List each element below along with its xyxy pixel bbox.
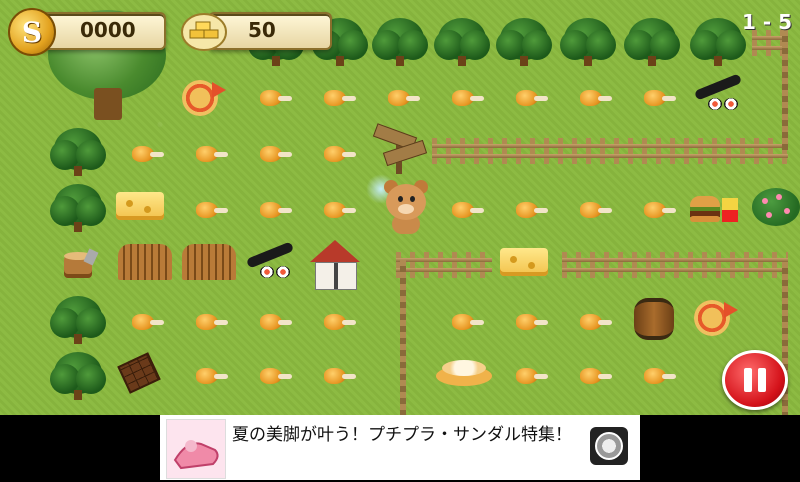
level-indicator: 1 - 5 <box>741 10 792 34</box>
fence <box>396 252 492 278</box>
woodpile <box>118 244 172 280</box>
coin-symbol: S <box>21 15 43 49</box>
pause-icon <box>744 368 752 392</box>
sushi-item <box>692 73 748 116</box>
flower-bush <box>752 188 800 226</box>
drumstick-pellet <box>260 312 294 332</box>
game-board[interactable]: 0000 S 50 1 - 5 <box>0 0 800 415</box>
pizza-item <box>182 78 226 116</box>
cheese-item <box>116 184 170 224</box>
drumstick-pellet <box>196 144 230 164</box>
tree <box>690 12 746 68</box>
drumstick-pellet <box>132 312 166 332</box>
ad-sandal-image[interactable] <box>166 419 226 479</box>
fence-post <box>782 30 788 150</box>
drumstick-pellet <box>324 312 358 332</box>
drumstick-pellet <box>196 200 230 220</box>
drumstick-pellet <box>580 88 614 108</box>
coin-count: 0000 <box>80 18 136 42</box>
house <box>310 240 360 290</box>
chocolate-item <box>117 352 162 394</box>
drumstick-pellet <box>324 366 358 386</box>
ad-text[interactable]: 夏の美脚が叶う！プチプラ・サンダル特集！ <box>232 423 592 447</box>
drumstick-pellet <box>580 200 614 220</box>
drumstick-pellet <box>580 366 614 386</box>
drumstick-pellet <box>196 312 230 332</box>
signpost <box>372 123 428 176</box>
woodpile <box>182 244 236 280</box>
tree <box>50 122 106 178</box>
globe-icon[interactable] <box>590 427 628 465</box>
drumstick-pellet <box>644 88 678 108</box>
tree <box>560 12 616 68</box>
fence-post <box>400 260 406 415</box>
tree <box>50 346 106 402</box>
fence <box>432 138 788 164</box>
drumstick-pellet <box>260 144 294 164</box>
tree <box>50 290 106 346</box>
drumstick-pellet <box>516 200 550 220</box>
tree <box>50 178 106 234</box>
drumstick-pellet <box>260 88 294 108</box>
tree-stump-axe <box>62 248 102 282</box>
tree <box>496 12 552 68</box>
drumstick-pellet <box>388 88 422 108</box>
barrel <box>634 298 674 340</box>
pizza-item <box>694 298 738 336</box>
drumstick-pellet <box>452 200 486 220</box>
drumstick-pellet <box>516 88 550 108</box>
drumstick-pellet <box>196 366 230 386</box>
drumstick-pellet <box>516 366 550 386</box>
pause-button[interactable] <box>722 350 788 410</box>
sushi-item <box>244 241 300 284</box>
drumstick-pellet <box>324 88 358 108</box>
drumstick-pellet <box>644 366 678 386</box>
drumstick-pellet <box>452 312 486 332</box>
drumstick-pellet <box>644 200 678 220</box>
cheese-item <box>500 240 554 280</box>
burger-item <box>690 192 744 226</box>
drumstick-pellet <box>452 88 486 108</box>
gold-count: 50 <box>248 18 276 42</box>
drumstick-pellet <box>260 200 294 220</box>
drumstick-pellet <box>260 366 294 386</box>
coin-icon: S <box>8 8 56 56</box>
drumstick-pellet <box>516 312 550 332</box>
bear-player <box>366 174 434 236</box>
ad-banner[interactable]: 夏の美脚が叶う！プチプラ・サンダル特集！ <box>160 415 640 480</box>
tree <box>624 12 680 68</box>
drumstick-pellet <box>324 144 358 164</box>
drumstick-pellet <box>132 144 166 164</box>
tree <box>434 12 490 68</box>
tree <box>372 12 428 68</box>
cake-item <box>436 356 492 386</box>
fence <box>562 252 788 278</box>
gold-bars-icon <box>180 8 228 52</box>
drumstick-pellet <box>580 312 614 332</box>
drumstick-pellet <box>324 200 358 220</box>
